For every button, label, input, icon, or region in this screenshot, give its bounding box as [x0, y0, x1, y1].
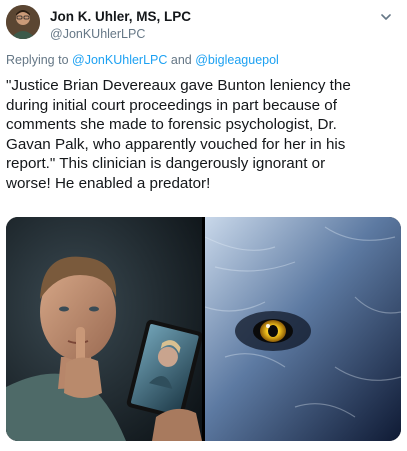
author-handle[interactable]: @JonKUhlerLPC	[50, 27, 145, 41]
tweet-text-line: comments she made to forensic psychologi…	[6, 116, 337, 133]
reply-mention-1[interactable]: @JonKUhlerLPC	[72, 53, 167, 67]
tweet: Jon K. Uhler, MS, LPC @JonKUhlerLPC Repl…	[0, 0, 407, 451]
tweet-text-line: during initial court proceedings in part…	[6, 96, 337, 114]
tweet-text-line: report." This clinician is dangerously i…	[6, 155, 326, 172]
reply-mention-2[interactable]: @bigleaguepol	[195, 53, 279, 67]
replying-prefix: Replying to	[6, 53, 69, 67]
tweet-text-line: "Justice Brian Devereaux gave Bunton len…	[6, 77, 351, 94]
reply-joiner: and	[170, 53, 192, 67]
chevron-down-icon[interactable]	[379, 10, 393, 24]
man-with-tablet-photo[interactable]	[6, 217, 202, 441]
tweet-text-line: Gavan Palk, who apparently vouched for h…	[6, 135, 346, 153]
author-name[interactable]: Jon K. Uhler, MS, LPC	[50, 9, 191, 24]
avatar[interactable]	[6, 5, 40, 39]
tweet-text: "Justice Brian Devereaux gave Bunton len…	[6, 76, 396, 193]
wolf-eye-photo[interactable]	[205, 217, 401, 441]
replying-to: Replying to @JonKUhlerLPC and @bigleague…	[6, 53, 279, 67]
tweet-media[interactable]	[6, 217, 401, 441]
tweet-text-line: worse! He enabled a predator!	[6, 174, 211, 192]
